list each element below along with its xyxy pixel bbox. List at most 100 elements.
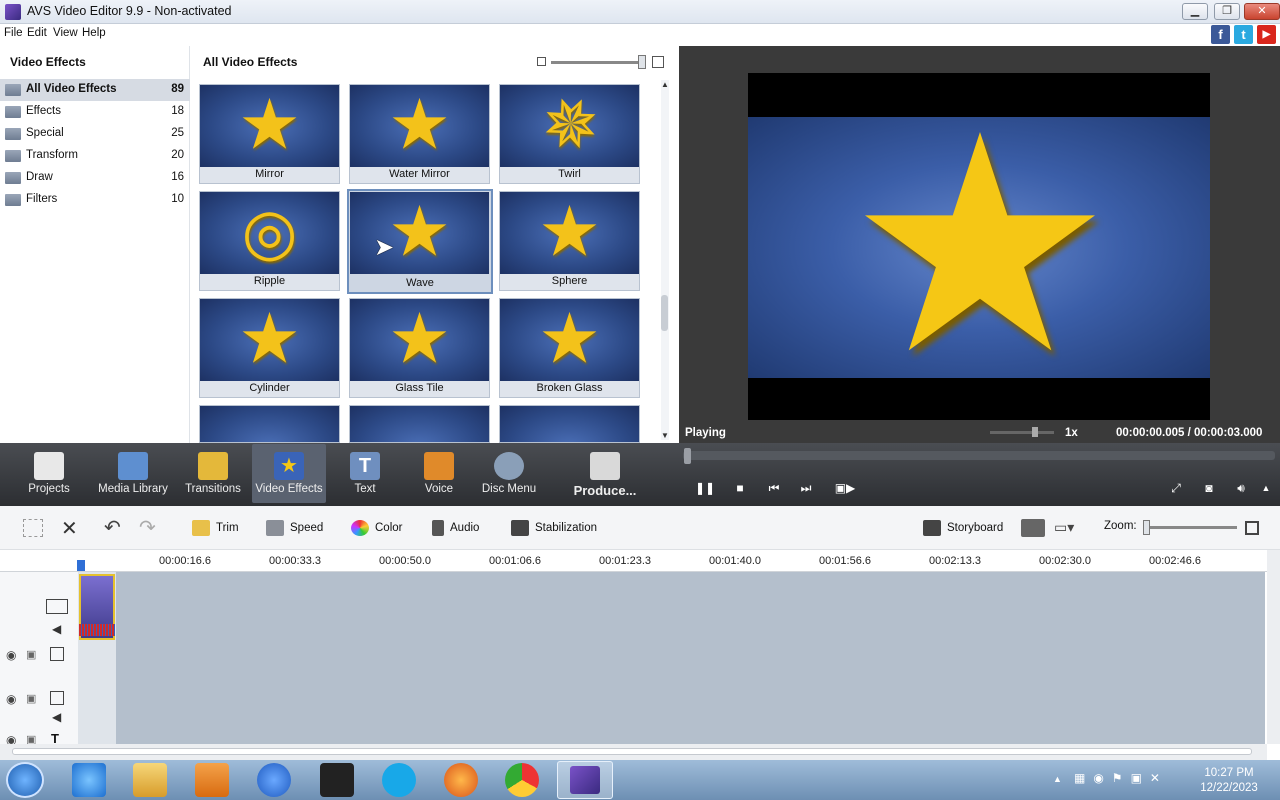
speed-button[interactable]: Speed: [266, 520, 323, 536]
video-effects-button[interactable]: ★ Video Effects: [252, 444, 326, 503]
grid-scrollbar[interactable]: [661, 80, 669, 440]
category-filters[interactable]: Filters 10: [0, 189, 190, 211]
effect-label: Water Mirror: [389, 168, 450, 180]
zoom-slider[interactable]: [1147, 526, 1237, 529]
twitter-icon[interactable]: t: [1234, 25, 1253, 44]
category-special[interactable]: Special 25: [0, 123, 190, 145]
chrome-icon[interactable]: [505, 763, 539, 797]
menu-file[interactable]: File: [4, 27, 23, 39]
lock-icon[interactable]: ▣: [26, 648, 36, 661]
volume-slider[interactable]: [990, 431, 1054, 434]
playback-handle[interactable]: [684, 448, 691, 464]
media-library-button[interactable]: Media Library: [96, 448, 170, 502]
volume-handle[interactable]: [1032, 427, 1038, 437]
effect-thumb-water-mirror[interactable]: ★ Water Mirror: [349, 84, 490, 184]
taskbar-clock[interactable]: 10:27 PM 12/22/2023: [1198, 766, 1260, 796]
media-player-icon[interactable]: [195, 763, 229, 797]
next-frame-icon[interactable]: ⏭: [797, 479, 815, 497]
effect-preview: [200, 406, 339, 442]
effect-thumb-ripple[interactable]: ◎ Ripple: [199, 191, 340, 291]
chevron-up-icon[interactable]: ▲: [1257, 479, 1275, 497]
delete-icon[interactable]: ✕: [61, 516, 78, 541]
scroll-down-icon[interactable]: ▼: [661, 431, 669, 440]
system-tray[interactable]: ▦◉⚑▣✕: [1074, 771, 1194, 789]
snapshot-icon[interactable]: ◙: [1200, 479, 1218, 497]
timeline-tracks[interactable]: [115, 572, 1265, 744]
youtube-icon[interactable]: ▶: [1257, 25, 1276, 44]
thumb-size-handle[interactable]: [638, 55, 646, 69]
thumb-size-slider[interactable]: [551, 61, 643, 64]
fullscreen-icon[interactable]: ⤢: [1167, 479, 1185, 497]
facebook-icon[interactable]: f: [1211, 25, 1230, 44]
internet-explorer-icon[interactable]: [72, 763, 106, 797]
avs-editor-taskbar-button[interactable]: [557, 761, 613, 799]
disc-menu-button[interactable]: Disc Menu: [472, 448, 546, 502]
scroll-up-icon[interactable]: ▲: [661, 80, 669, 89]
audio-button[interactable]: Audio: [432, 520, 479, 536]
flash-icon[interactable]: [257, 763, 291, 797]
show-hidden-icons[interactable]: ▲: [1053, 774, 1062, 784]
effect-thumb-sphere[interactable]: ★ Sphere: [499, 191, 640, 291]
effect-thumb-twirl[interactable]: ✵ Twirl: [499, 84, 640, 184]
stop-icon[interactable]: ■: [731, 479, 749, 497]
text-button[interactable]: T Text: [328, 448, 402, 502]
zoom-handle[interactable]: [1143, 520, 1150, 535]
lock-icon[interactable]: ▣: [26, 692, 36, 705]
previous-frame-icon[interactable]: ⏮: [765, 479, 783, 497]
menu-edit[interactable]: Edit: [27, 27, 47, 39]
loop-icon[interactable]: ▣▶: [833, 479, 857, 497]
skype-icon[interactable]: [382, 763, 416, 797]
category-all-video-effects[interactable]: All Video Effects 89: [0, 79, 190, 101]
effect-thumb-glass-tile[interactable]: ★ Glass Tile: [349, 298, 490, 398]
redo-icon[interactable]: ↷: [139, 515, 156, 540]
produce-button[interactable]: Produce...: [566, 448, 644, 502]
stabilization-button[interactable]: Stabilization: [511, 520, 597, 536]
eye-icon[interactable]: ◉: [6, 692, 16, 706]
menu-help[interactable]: Help: [82, 27, 106, 39]
category-transform[interactable]: Transform 20: [0, 145, 190, 167]
volume-icon[interactable]: 🔊︎: [1232, 479, 1250, 497]
trim-button[interactable]: Trim: [192, 520, 239, 536]
mute-icon[interactable]: ◀︎: [52, 622, 61, 636]
undo-icon[interactable]: ↶: [104, 515, 121, 540]
timeline-scroll-thumb[interactable]: [12, 748, 1252, 755]
grid-scrollbar-thumb[interactable]: [661, 295, 668, 331]
playback-progress[interactable]: [683, 451, 1275, 460]
timeline-vertical-scrollbar[interactable]: [1267, 550, 1280, 744]
video-app-icon[interactable]: [320, 763, 354, 797]
file-explorer-icon[interactable]: [133, 763, 167, 797]
thumb-size-small-icon[interactable]: [537, 57, 546, 66]
storyboard-button[interactable]: Storyboard: [923, 520, 1003, 536]
display-options-icon[interactable]: ▭▾: [1054, 519, 1088, 537]
category-label: Draw: [26, 171, 53, 183]
effect-thumb-broken-glass[interactable]: ★ Broken Glass: [499, 298, 640, 398]
restore-button[interactable]: ❐: [1214, 3, 1240, 20]
trim-icon: [192, 520, 210, 536]
category-effects[interactable]: Effects 18: [0, 101, 190, 123]
menu-view[interactable]: View: [53, 27, 78, 39]
close-button[interactable]: ✕: [1244, 3, 1280, 20]
playback-speed[interactable]: 1x: [1065, 427, 1078, 439]
thumb-size-large-icon[interactable]: [652, 56, 664, 68]
transitions-button[interactable]: Transitions: [176, 448, 250, 502]
effect-thumb-cylinder[interactable]: ★ Cylinder: [199, 298, 340, 398]
pause-icon[interactable]: ❚❚: [695, 479, 715, 497]
firefox-icon[interactable]: [444, 763, 478, 797]
effect-thumb-wave[interactable]: ★ Wave: [347, 189, 493, 294]
split-icon[interactable]: [23, 519, 43, 537]
eye-icon[interactable]: ◉: [6, 648, 16, 662]
projects-button[interactable]: Projects: [12, 448, 86, 502]
audio-mixer-icon[interactable]: [1021, 519, 1045, 537]
effect-thumb-mirror[interactable]: ★ Mirror: [199, 84, 340, 184]
start-button[interactable]: [6, 762, 44, 798]
effect-thumb-partial[interactable]: [349, 405, 490, 443]
category-draw[interactable]: Draw 16: [0, 167, 190, 189]
effect-thumb-partial[interactable]: [199, 405, 340, 443]
fit-timeline-icon[interactable]: [1245, 521, 1259, 535]
mute-icon[interactable]: ◀︎: [52, 710, 61, 724]
effect-thumb-partial[interactable]: [499, 405, 640, 443]
minimize-button[interactable]: ▁: [1182, 3, 1208, 20]
color-button[interactable]: Color: [351, 520, 402, 536]
voice-button[interactable]: Voice: [402, 448, 476, 502]
playhead-marker[interactable]: [77, 560, 85, 571]
